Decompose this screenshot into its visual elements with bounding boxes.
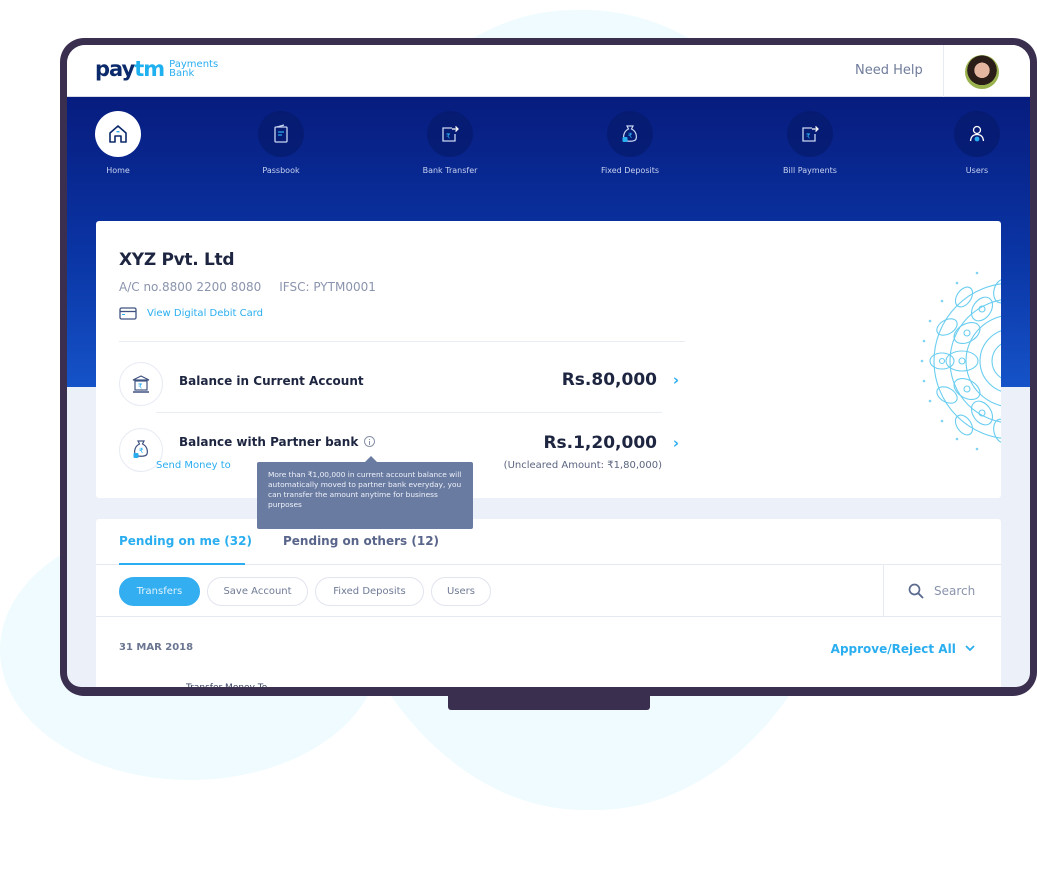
balance-title: Balance with Partner bank <box>179 435 376 449</box>
user-settings-icon <box>969 125 985 142</box>
filter-chip-save-account[interactable]: Save Account <box>207 577 308 606</box>
chevron-down-icon <box>965 645 975 652</box>
paytm-payments-bank-logo[interactable]: paytm Payments Bank <box>95 57 218 81</box>
home-icon <box>109 125 127 143</box>
tab-pending-on-others[interactable]: Pending on others (12) <box>283 534 439 548</box>
transfer-row-title[interactable]: Transfer Money To <box>186 683 267 687</box>
send-money-link[interactable]: Send Money to <box>156 460 231 471</box>
search-icon <box>908 583 924 599</box>
balance-title-text: Balance with Partner bank <box>179 435 359 449</box>
filter-chip-fixed-deposits[interactable]: Fixed Deposits <box>315 577 424 606</box>
filter-chip-users[interactable]: Users <box>431 577 491 606</box>
company-name: XYZ Pvt. Ltd <box>119 250 235 270</box>
date-group-label: 31 MAR 2018 <box>119 642 194 653</box>
nav-item-passbook[interactable]: Passbook <box>231 111 331 175</box>
nav-icon-circle <box>258 111 304 157</box>
approve-reject-all-label: Approve/Reject All <box>830 642 956 656</box>
nav-label: Passbook <box>262 166 300 175</box>
filter-chip-transfers[interactable]: Transfers <box>119 577 200 606</box>
nav-icon-circle <box>95 111 141 157</box>
topbar-divider <box>943 45 944 97</box>
credit-card-icon <box>119 307 137 320</box>
nav-item-fixed-deposits[interactable]: ₹ Fixed Deposits <box>580 111 680 175</box>
logo-pay: pay <box>95 57 135 81</box>
account-card: XYZ Pvt. Ltd A/C no.8800 2200 8080 IFSC: … <box>96 221 1001 498</box>
balance-amount: Rs.1,20,000 <box>543 433 657 453</box>
divider <box>119 341 685 342</box>
view-debit-card-link[interactable]: View Digital Debit Card <box>119 307 263 320</box>
nav-item-bank-transfer[interactable]: ₹ Bank Transfer <box>400 111 500 175</box>
need-help-link[interactable]: Need Help <box>855 63 923 78</box>
svg-text:₹: ₹ <box>139 447 144 455</box>
nav-label: Bank Transfer <box>422 166 478 175</box>
ifsc-code: IFSC: PYTM0001 <box>279 280 376 294</box>
bank-transfer-icon: ₹ <box>442 126 459 142</box>
pending-tabs: Pending on me (32) Pending on others (12… <box>96 519 1001 565</box>
app-screen: paytm Payments Bank Need Help Home Passb… <box>67 45 1030 687</box>
svg-text:₹: ₹ <box>806 133 811 141</box>
nav-icon-circle: ₹ <box>607 111 653 157</box>
uncleared-amount: (Uncleared Amount: ₹1,80,000) <box>503 460 662 471</box>
nav-icon-circle: ₹ <box>427 111 473 157</box>
debit-card-label: View Digital Debit Card <box>147 308 263 319</box>
avatar[interactable] <box>965 55 999 89</box>
balance-title: Balance in Current Account <box>179 374 364 388</box>
balance-row-current[interactable]: ₹ Balance in Current Account Rs.80,000 › <box>119 359 685 409</box>
tab-pending-on-me[interactable]: Pending on me (32) <box>119 534 252 548</box>
balance-amount: Rs.80,000 <box>561 370 657 390</box>
chevron-right-icon[interactable]: › <box>673 371 679 389</box>
money-bag-icon: ₹ <box>622 125 637 142</box>
logo-subtitle: Payments Bank <box>169 60 218 79</box>
account-number: A/C no.8800 2200 8080 <box>119 280 262 294</box>
nav-label: Home <box>106 166 130 175</box>
balance-icon-wrap: ₹ <box>119 362 163 406</box>
device-stand <box>448 690 650 710</box>
approve-reject-all-button[interactable]: Approve/Reject All <box>831 642 975 656</box>
search-label: Search <box>934 584 976 598</box>
money-bag-lock-icon: ₹ <box>133 440 148 458</box>
passbook-icon <box>274 124 288 143</box>
bank-rupee-icon: ₹ <box>132 375 150 393</box>
search-button[interactable]: Search <box>883 565 1001 617</box>
info-icon[interactable] <box>364 436 376 447</box>
divider <box>156 412 662 413</box>
main-nav: Home Passbook ₹ Bank Transfer ₹ Fixed De… <box>67 111 1030 191</box>
filter-bar: Transfers Save Account Fixed Deposits Us… <box>96 565 1001 617</box>
logo-tm: tm <box>134 57 165 81</box>
marketing-stage: paytm Payments Bank Need Help Home Passb… <box>0 0 1037 894</box>
chevron-right-icon[interactable]: › <box>673 434 679 452</box>
nav-item-users[interactable]: Users <box>927 111 1027 175</box>
nav-label: Bill Payments <box>783 166 837 175</box>
logo-sub-line2: Bank <box>169 68 195 79</box>
nav-item-bill-payments[interactable]: ₹ Bill Payments <box>760 111 860 175</box>
nav-item-home[interactable]: Home <box>68 111 168 175</box>
svg-text:₹: ₹ <box>446 133 451 141</box>
nav-label: Users <box>965 166 989 175</box>
svg-text:₹: ₹ <box>628 132 633 140</box>
pending-approvals-panel: Pending on me (32) Pending on others (12… <box>96 519 1001 687</box>
bill-payment-icon: ₹ <box>802 126 819 142</box>
account-details: A/C no.8800 2200 8080 IFSC: PYTM0001 <box>119 280 376 294</box>
mandala-decoration <box>920 271 1001 451</box>
partner-bank-tooltip: More than ₹1,00,000 in current account b… <box>257 456 473 529</box>
nav-label: Fixed Deposits <box>600 166 660 175</box>
nav-icon-circle: ₹ <box>787 111 833 157</box>
nav-icon-circle <box>954 111 1000 157</box>
logo-wordmark: paytm <box>95 57 165 81</box>
svg-text:₹: ₹ <box>138 383 143 391</box>
top-bar: paytm Payments Bank Need Help <box>67 45 1030 97</box>
